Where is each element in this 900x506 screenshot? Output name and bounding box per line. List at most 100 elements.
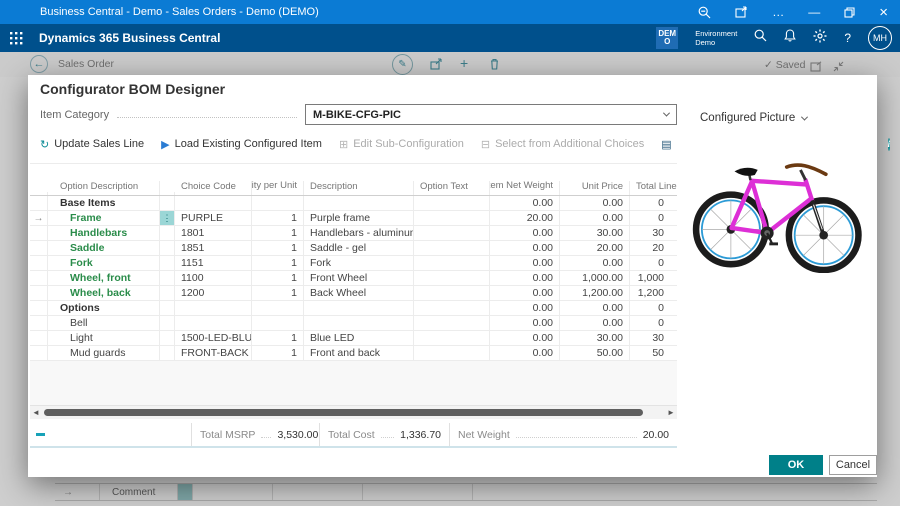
cell-description[interactable]: Fork: [304, 256, 414, 270]
cell-choice-code[interactable]: [175, 316, 252, 330]
table-row[interactable]: → Frame ⋮ PURPLE 1 Purple frame 20.00 0.00 0: [30, 211, 677, 226]
cell-item-net-weight[interactable]: 0.00: [490, 346, 560, 360]
cell-option-text[interactable]: [414, 256, 490, 270]
cell-choice-code[interactable]: 1500-LED-BLUE: [175, 331, 252, 345]
header-unit-price[interactable]: Unit Price: [560, 181, 630, 195]
cell-item-net-weight[interactable]: 0.00: [490, 316, 560, 330]
user-avatar[interactable]: MH: [868, 26, 892, 50]
table-row[interactable]: Light 1500-LED-BLUE 1 Blue LED 0.00 30.00 30: [30, 331, 677, 346]
chevron-down-icon[interactable]: [662, 109, 671, 117]
cell-unit-price[interactable]: 0.00: [560, 256, 630, 270]
cell-item-net-weight[interactable]: 0.00: [490, 271, 560, 285]
load-existing-configured-item-button[interactable]: ▶ Load Existing Configured Item: [161, 138, 322, 151]
cell-choice-code[interactable]: [175, 301, 252, 315]
environment-badge[interactable]: DEMO: [656, 27, 679, 49]
cell-quantity-per-unit[interactable]: 1: [252, 331, 304, 345]
app-title[interactable]: Dynamics 365 Business Central: [39, 31, 220, 45]
minimize-icon[interactable]: —: [808, 5, 820, 19]
cell-quantity-per-unit[interactable]: 1: [252, 286, 304, 300]
cell-unit-price[interactable]: 30.00: [560, 331, 630, 345]
cell-option-text[interactable]: [414, 331, 490, 345]
cell-description[interactable]: Back Wheel: [304, 286, 414, 300]
waffle-menu-icon[interactable]: [10, 31, 23, 45]
table-row[interactable]: Wheel, front 1100 1 Front Wheel 0.00 1,000.00…: [30, 271, 677, 286]
cell-item-net-weight[interactable]: 0.00: [490, 301, 560, 315]
header-option-text[interactable]: Option Text: [414, 181, 490, 195]
cell-description[interactable]: Front and back: [304, 346, 414, 360]
cell-description[interactable]: Front Wheel: [304, 271, 414, 285]
table-row[interactable]: Saddle 1851 1 Saddle - gel 0.00 20.00 20: [30, 241, 677, 256]
cell-option-description[interactable]: Fork: [48, 256, 160, 270]
header-description[interactable]: Description: [304, 181, 414, 195]
item-category-input[interactable]: M-BIKE-CFG-PIC: [305, 104, 677, 125]
cell-quantity-per-unit[interactable]: [252, 196, 304, 210]
cell-choice-code[interactable]: PURPLE: [175, 211, 252, 225]
cell-unit-price[interactable]: 50.00: [560, 346, 630, 360]
cell-option-description[interactable]: Frame: [48, 211, 160, 225]
cell-unit-price[interactable]: 1,200.00: [560, 286, 630, 300]
cell-total-line-price[interactable]: 20: [630, 241, 677, 255]
row-menu-handle[interactable]: ⋮: [160, 211, 175, 225]
table-row[interactable]: Base Items 0.00 0.00 0: [30, 196, 677, 211]
cell-item-net-weight[interactable]: 0.00: [490, 226, 560, 240]
cell-unit-price[interactable]: 0.00: [560, 196, 630, 210]
scrollbar-thumb[interactable]: [44, 409, 643, 416]
cell-option-description[interactable]: Wheel, front: [48, 271, 160, 285]
cell-unit-price[interactable]: 20.00: [560, 241, 630, 255]
cell-total-line-price[interactable]: 1,000: [630, 271, 677, 285]
cell-quantity-per-unit[interactable]: 1: [252, 226, 304, 240]
cell-choice-code[interactable]: FRONT-BACK: [175, 346, 252, 360]
cell-description[interactable]: [304, 301, 414, 315]
cell-unit-price[interactable]: 1,000.00: [560, 271, 630, 285]
cell-choice-code[interactable]: [175, 196, 252, 210]
cell-quantity-per-unit[interactable]: 1: [252, 271, 304, 285]
cell-option-text[interactable]: [414, 271, 490, 285]
help-icon[interactable]: ?: [844, 31, 851, 45]
cell-option-text[interactable]: [414, 226, 490, 240]
search-icon[interactable]: [754, 29, 767, 47]
header-total-line-price[interactable]: Total Line P: [630, 181, 677, 195]
cell-unit-price[interactable]: 0.00: [560, 301, 630, 315]
cell-description[interactable]: Handlebars - aluminum: [304, 226, 414, 240]
scroll-right-icon[interactable]: ►: [665, 408, 677, 417]
close-window-icon[interactable]: ×: [879, 4, 888, 21]
cell-total-line-price[interactable]: 0: [630, 301, 677, 315]
scroll-left-icon[interactable]: ◄: [30, 408, 42, 417]
cell-option-description[interactable]: Wheel, back: [48, 286, 160, 300]
header-quantity-per-unit[interactable]: Quantity per Unit: [252, 181, 304, 195]
cell-option-text[interactable]: [414, 241, 490, 255]
notifications-bell-icon[interactable]: [784, 29, 797, 47]
cell-description[interactable]: Saddle - gel: [304, 241, 414, 255]
table-row[interactable]: Fork 1151 1 Fork 0.00 0.00 0: [30, 256, 677, 271]
settings-gear-icon[interactable]: [813, 29, 827, 48]
cell-choice-code[interactable]: 1801: [175, 226, 252, 240]
cell-total-line-price[interactable]: 0: [630, 211, 677, 225]
zoom-out-icon[interactable]: [698, 6, 711, 19]
cell-quantity-per-unit[interactable]: 1: [252, 211, 304, 225]
cell-item-net-weight[interactable]: 20.00: [490, 211, 560, 225]
cell-option-description[interactable]: Handlebars: [48, 226, 160, 240]
cell-description[interactable]: [304, 196, 414, 210]
cell-option-text[interactable]: [414, 316, 490, 330]
cell-option-description[interactable]: Saddle: [48, 241, 160, 255]
cell-description[interactable]: Purple frame: [304, 211, 414, 225]
table-row[interactable]: Handlebars 1801 1 Handlebars - aluminum 0.00…: [30, 226, 677, 241]
cell-choice-code[interactable]: 1100: [175, 271, 252, 285]
cell-option-description[interactable]: Options: [48, 301, 160, 315]
cell-option-description[interactable]: Light: [48, 331, 160, 345]
cell-total-line-price[interactable]: 30: [630, 226, 677, 240]
ok-button[interactable]: OK: [769, 455, 823, 475]
header-option-description[interactable]: Option Description: [48, 181, 160, 195]
cell-choice-code[interactable]: 1200: [175, 286, 252, 300]
table-row[interactable]: Options 0.00 0.00 0: [30, 301, 677, 316]
cell-unit-price[interactable]: 0.00: [560, 211, 630, 225]
factbox-title[interactable]: Configured Picture: [700, 112, 809, 124]
table-row[interactable]: Wheel, back 1200 1 Back Wheel 0.00 1,200.00 1,…: [30, 286, 677, 301]
popout-window-icon[interactable]: [735, 6, 748, 18]
table-row[interactable]: Mud guards FRONT-BACK 1 Front and back 0.00 5…: [30, 346, 677, 361]
cell-option-text[interactable]: [414, 196, 490, 210]
horizontal-scrollbar[interactable]: ◄ ►: [30, 406, 677, 419]
cell-quantity-per-unit[interactable]: 1: [252, 256, 304, 270]
update-sales-line-button[interactable]: ↻ Update Sales Line: [40, 138, 144, 151]
cell-total-line-price[interactable]: 0: [630, 196, 677, 210]
